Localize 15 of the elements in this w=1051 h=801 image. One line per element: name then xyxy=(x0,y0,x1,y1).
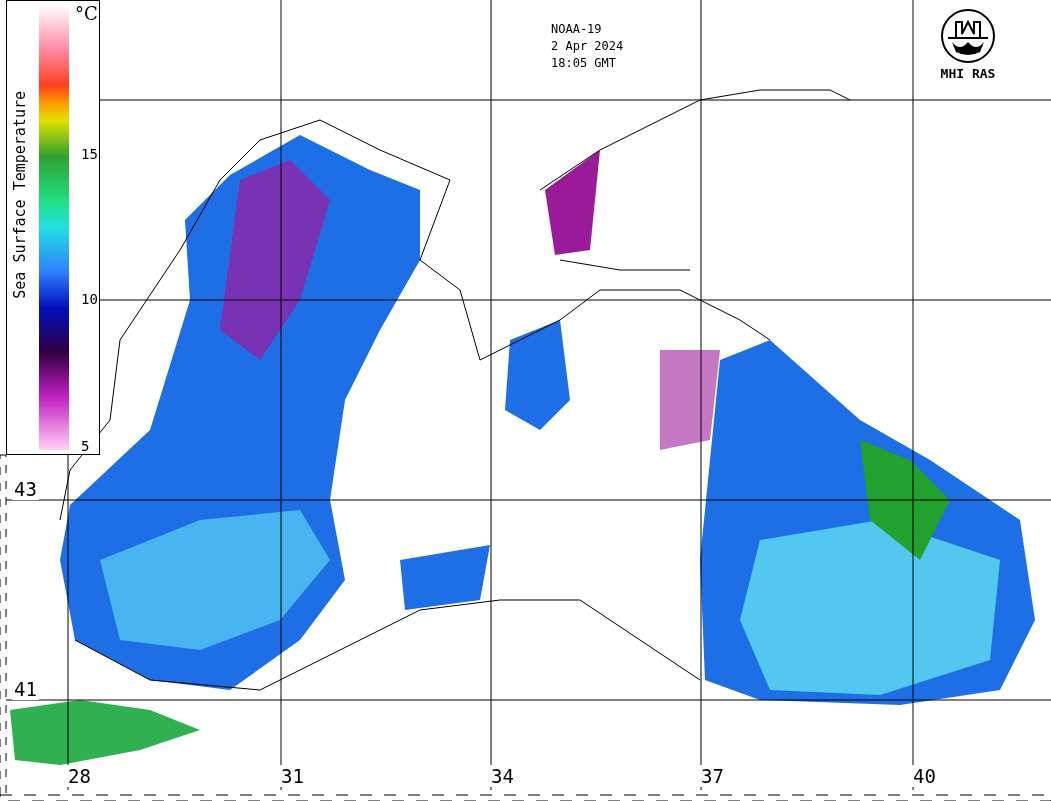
unit-label: °C xyxy=(75,3,98,24)
scale-label: 5 xyxy=(81,438,90,454)
longitude-label: 28 xyxy=(66,765,93,787)
time-label: 18:05 GMT xyxy=(551,56,618,70)
scale-label: 10 xyxy=(81,291,98,307)
legend-title: Sea Surface Temperature xyxy=(11,91,29,299)
longitude-label: 40 xyxy=(911,765,938,787)
waves-logo-icon xyxy=(940,8,996,64)
satellite-label: NOAA-19 xyxy=(551,22,603,36)
longitude-label: 31 xyxy=(279,765,306,787)
longitude-label: 37 xyxy=(699,765,726,787)
longitude-label: 34 xyxy=(489,765,516,787)
date-label: 2 Apr 2024 xyxy=(551,39,624,53)
logo-label: MHI RAS xyxy=(940,66,996,81)
scale-label: 15 xyxy=(81,146,98,162)
